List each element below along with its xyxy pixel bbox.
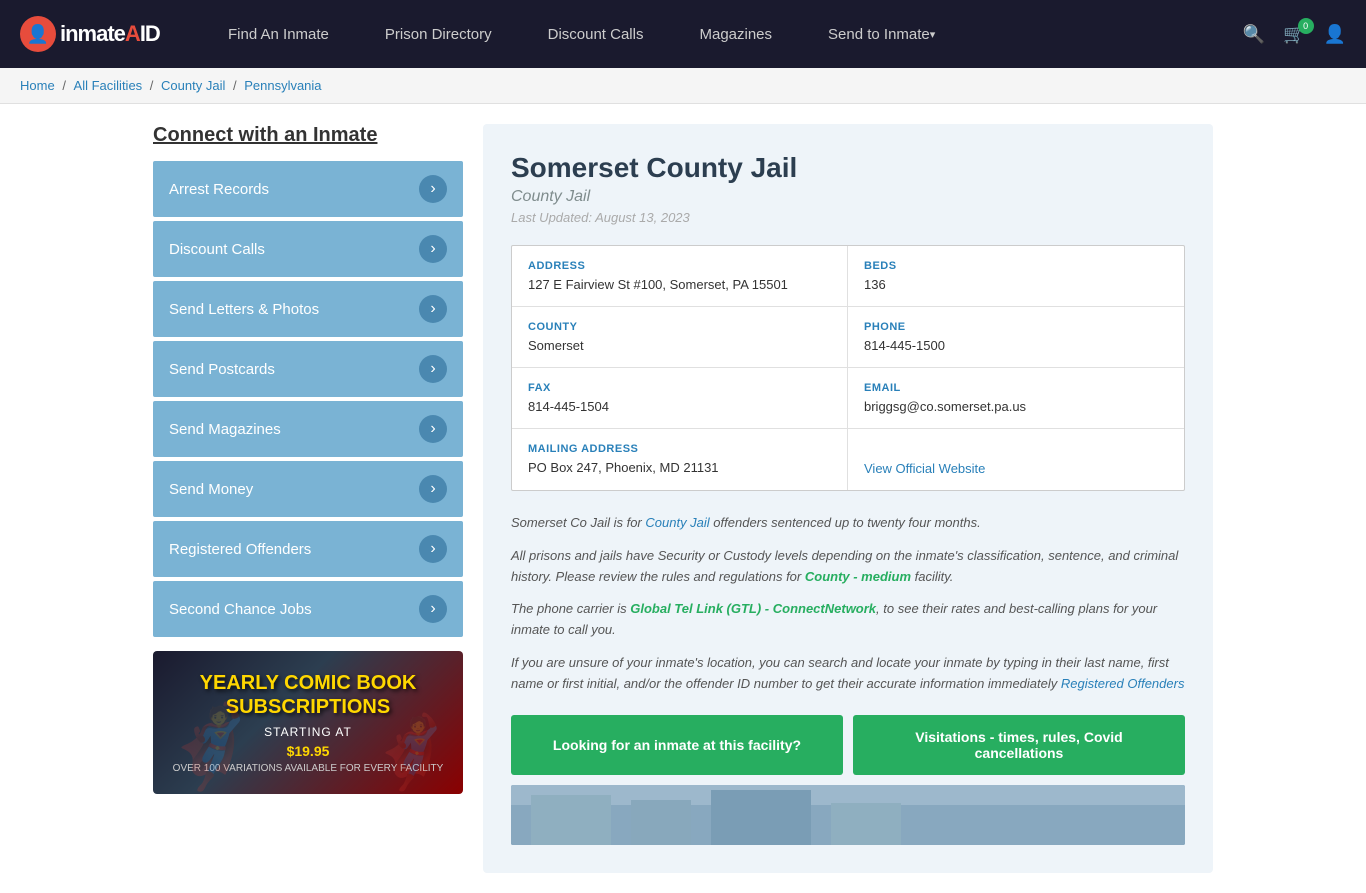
address-cell: ADDRESS 127 E Fairview St #100, Somerset…	[512, 246, 848, 307]
beds-label: BEDS	[864, 260, 1168, 272]
gtl-link[interactable]: Global Tel Link (GTL) - ConnectNetwork	[630, 601, 876, 616]
mailing-label: MAILING ADDRESS	[528, 443, 831, 455]
phone-value: 814-445-1500	[864, 338, 1168, 353]
logo-icon: 👤	[20, 16, 56, 52]
action-buttons: Looking for an inmate at this facility? …	[511, 715, 1185, 775]
sidebar-item-discount-calls[interactable]: Discount Calls ›	[153, 221, 463, 277]
arrow-icon: ›	[419, 175, 447, 203]
desc-4: If you are unsure of your inmate's locat…	[511, 653, 1185, 695]
county-label: COUNTY	[528, 321, 831, 333]
facility-image-strip	[511, 785, 1185, 845]
sidebar-item-arrest-records[interactable]: Arrest Records ›	[153, 161, 463, 217]
fax-value: 814-445-1504	[528, 399, 831, 414]
cart-badge: 0	[1298, 18, 1314, 34]
info-grid: ADDRESS 127 E Fairview St #100, Somerset…	[511, 245, 1185, 491]
arrow-icon: ›	[419, 295, 447, 323]
county-cell: COUNTY Somerset	[512, 307, 848, 368]
sidebar-title: Connect with an Inmate	[153, 124, 463, 147]
beds-value: 136	[864, 277, 1168, 292]
email-cell: EMAIL briggsg@co.somerset.pa.us	[848, 368, 1184, 429]
cart-icon[interactable]: 🛒0	[1283, 24, 1305, 45]
email-label: EMAIL	[864, 382, 1168, 394]
breadcrumb-home[interactable]: Home	[20, 78, 55, 93]
nav-discount-calls[interactable]: Discount Calls	[520, 0, 672, 68]
sidebar-item-send-money[interactable]: Send Money ›	[153, 461, 463, 517]
address-value: 127 E Fairview St #100, Somerset, PA 155…	[528, 277, 831, 292]
ad-banner[interactable]: 🦸 🦸 YEARLY COMIC BOOKSUBSCRIPTIONS START…	[153, 651, 463, 794]
facility-type: County Jail	[511, 188, 1185, 206]
email-value: briggsg@co.somerset.pa.us	[864, 399, 1168, 414]
visitations-button[interactable]: Visitations - times, rules, Covid cancel…	[853, 715, 1185, 775]
mailing-value: PO Box 247, Phoenix, MD 21131	[528, 460, 831, 475]
arrow-icon: ›	[419, 235, 447, 263]
breadcrumb: Home / All Facilities / County Jail / Pe…	[0, 68, 1366, 104]
breadcrumb-pennsylvania[interactable]: Pennsylvania	[244, 78, 321, 93]
main-container: Connect with an Inmate Arrest Records › …	[133, 104, 1233, 893]
nav-prison-directory[interactable]: Prison Directory	[357, 0, 520, 68]
facility-image-svg	[511, 785, 1185, 845]
website-cell: View Official Website	[848, 429, 1184, 490]
sidebar-menu: Arrest Records › Discount Calls › Send L…	[153, 161, 463, 637]
ad-price: $19.95	[287, 743, 330, 759]
arrow-icon: ›	[419, 535, 447, 563]
county-jail-link[interactable]: County Jail	[645, 515, 709, 530]
sidebar: Connect with an Inmate Arrest Records › …	[153, 124, 463, 873]
arrow-icon: ›	[419, 415, 447, 443]
fax-label: FAX	[528, 382, 831, 394]
desc-3: The phone carrier is Global Tel Link (GT…	[511, 599, 1185, 641]
logo-text: inmateAID	[60, 21, 160, 47]
logo[interactable]: 👤 inmateAID	[20, 16, 180, 52]
sidebar-item-send-postcards[interactable]: Send Postcards ›	[153, 341, 463, 397]
sidebar-item-send-magazines[interactable]: Send Magazines ›	[153, 401, 463, 457]
search-icon[interactable]: 🔍	[1243, 24, 1265, 45]
ad-subtitle: STARTING AT	[264, 725, 352, 739]
fax-cell: FAX 814-445-1504	[512, 368, 848, 429]
desc-2: All prisons and jails have Security or C…	[511, 546, 1185, 588]
registered-offenders-link[interactable]: Registered Offenders	[1061, 676, 1185, 691]
header: 👤 inmateAID Find An Inmate Prison Direct…	[0, 0, 1366, 68]
desc-1: Somerset Co Jail is for County Jail offe…	[511, 513, 1185, 534]
sidebar-item-send-letters[interactable]: Send Letters & Photos ›	[153, 281, 463, 337]
facility-content: Somerset County Jail County Jail Last Up…	[483, 124, 1213, 873]
find-inmate-button[interactable]: Looking for an inmate at this facility?	[511, 715, 843, 775]
phone-label: PHONE	[864, 321, 1168, 333]
arrow-icon: ›	[419, 355, 447, 383]
nav-send-to-inmate[interactable]: Send to Inmate	[800, 0, 963, 68]
last-updated: Last Updated: August 13, 2023	[511, 210, 1185, 225]
mailing-cell: MAILING ADDRESS PO Box 247, Phoenix, MD …	[512, 429, 848, 490]
official-website-link[interactable]: View Official Website	[864, 461, 985, 476]
arrow-icon: ›	[419, 475, 447, 503]
phone-cell: PHONE 814-445-1500	[848, 307, 1184, 368]
facility-name: Somerset County Jail	[511, 152, 1185, 184]
beds-cell: BEDS 136	[848, 246, 1184, 307]
main-nav: Find An Inmate Prison Directory Discount…	[200, 0, 1243, 68]
sidebar-item-second-chance-jobs[interactable]: Second Chance Jobs ›	[153, 581, 463, 637]
sidebar-item-registered-offenders[interactable]: Registered Offenders ›	[153, 521, 463, 577]
county-value: Somerset	[528, 338, 831, 353]
address-label: ADDRESS	[528, 260, 831, 272]
nav-magazines[interactable]: Magazines	[671, 0, 800, 68]
breadcrumb-all-facilities[interactable]: All Facilities	[74, 78, 143, 93]
breadcrumb-county-jail[interactable]: County Jail	[161, 78, 225, 93]
arrow-icon: ›	[419, 595, 447, 623]
county-medium-link[interactable]: County - medium	[805, 569, 911, 584]
header-icons: 🔍 🛒0 👤	[1243, 24, 1346, 45]
nav-find-inmate[interactable]: Find An Inmate	[200, 0, 357, 68]
user-icon[interactable]: 👤	[1324, 24, 1346, 45]
